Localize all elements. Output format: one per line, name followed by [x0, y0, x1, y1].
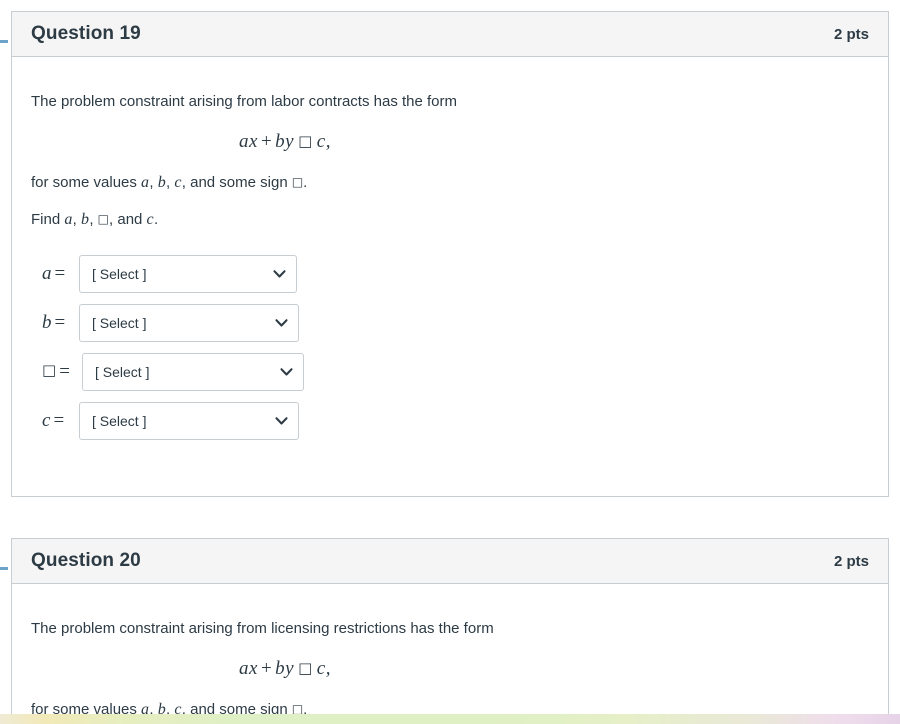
answer-label-c: c =	[31, 410, 79, 432]
values-prefix: for some values	[31, 173, 142, 191]
answer-row-a: a = [ Select ]	[31, 253, 869, 295]
question-body-20: The problem constraint arising from lice…	[12, 584, 888, 724]
question-header-20: Question 20 2 pts	[12, 539, 888, 584]
left-edge-marker	[0, 567, 8, 570]
answer-select-c[interactable]: [ Select ]	[79, 402, 299, 441]
answer-equals-a: =	[54, 263, 66, 285]
answer-equals-b: =	[54, 312, 66, 334]
values-sep-1: ,	[149, 173, 158, 191]
formula-term-c: c,	[316, 130, 331, 152]
formula-sign-box-icon: □	[298, 131, 313, 150]
left-edge-marker	[0, 40, 8, 43]
answer-sign-box-icon: □	[42, 361, 57, 380]
question-points-19: 2 pts	[833, 25, 869, 43]
question-title-19: Question 19	[31, 23, 141, 44]
answer-row-b: b = [ Select ]	[31, 302, 869, 344]
answer-equals-sign: =	[59, 361, 70, 383]
answer-select-b[interactable]: [ Select ]	[79, 304, 299, 343]
find-sep-3: , and	[109, 210, 147, 228]
find-prefix: Find	[31, 210, 65, 228]
values-var-c: c	[174, 173, 182, 191]
question-card-20: Question 20 2 pts The problem constraint…	[11, 538, 889, 724]
find-line-19: Find a, b, □, and c.	[31, 208, 869, 231]
answer-select-wrap-sign: [ Select ]	[82, 353, 304, 392]
question-points-20: 2 pts	[833, 552, 869, 570]
answer-select-wrap-a: [ Select ]	[79, 255, 297, 294]
find-var-a: a	[64, 210, 73, 228]
find-var-c: c	[146, 210, 154, 228]
question-body-19: The problem constraint arising from labo…	[12, 57, 888, 469]
answer-select-wrap-b: [ Select ]	[79, 304, 299, 343]
answer-row-c: c = [ Select ]	[31, 400, 869, 442]
formula-plus: +	[260, 657, 273, 679]
find-sep-1: ,	[72, 210, 82, 228]
formula-term-by: by	[275, 130, 295, 152]
answer-label-sign: □ =	[31, 361, 82, 383]
values-suffix: .	[303, 173, 308, 191]
find-suffix: .	[153, 210, 159, 228]
answer-var-b: b	[42, 312, 52, 334]
question-header-19: Question 19 2 pts	[12, 12, 888, 57]
answers-list-19: a = [ Select ] b = [ Select] □ = [Sele…	[31, 253, 869, 442]
answer-equals-c: =	[53, 410, 65, 432]
find-sep-2: ,	[89, 210, 98, 228]
answer-var-a: a	[42, 263, 52, 285]
question-card-19: Question 19 2 pts The problem constraint…	[11, 11, 889, 497]
formula-term-ax: ax	[239, 130, 258, 152]
formula-term-ax: ax	[239, 657, 258, 679]
answer-label-b: b =	[31, 312, 79, 334]
values-sign-box-icon: □	[291, 174, 304, 189]
quiz-page: Question 19 2 pts The problem constraint…	[0, 0, 900, 724]
question-intro-20: The problem constraint arising from lice…	[31, 620, 494, 637]
answer-label-a: a =	[31, 263, 79, 285]
bottom-gradient-bar	[0, 714, 900, 724]
values-var-b: b	[157, 173, 167, 191]
question-intro-19: The problem constraint arising from labo…	[31, 93, 458, 110]
answer-select-sign[interactable]: [ Select ]	[82, 353, 304, 392]
formula-sign-box-icon: □	[298, 658, 313, 677]
formula-term-by: by	[275, 657, 295, 679]
answer-row-sign: □ = [ Select ]	[31, 351, 869, 393]
find-sign-box-icon: □	[97, 211, 110, 226]
question-title-20: Question 20	[31, 550, 141, 571]
answer-select-wrap-c: [ Select ]	[79, 402, 299, 441]
formula-display-19: ax + by □ c,	[31, 131, 869, 153]
values-middle: , and some sign	[181, 173, 292, 191]
formula-plus: +	[260, 130, 273, 152]
formula-display-20: ax + by □ c,	[31, 658, 869, 680]
values-line-19: for some values a, b, c, and some sign □…	[31, 171, 869, 194]
formula-term-c: c,	[316, 657, 331, 679]
answer-select-a[interactable]: [ Select ]	[79, 255, 297, 294]
